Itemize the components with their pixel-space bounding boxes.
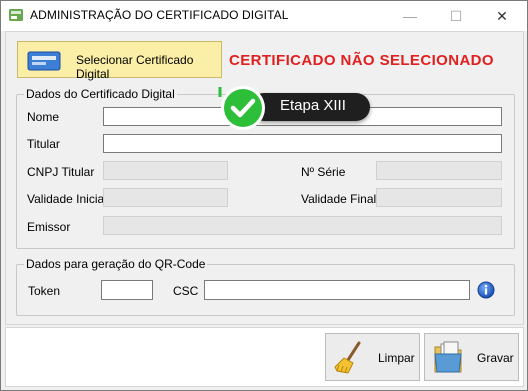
qrcode-group-title: Dados para geração do QR-Code [24, 257, 208, 271]
certificate-group-title: Dados do Certificado Digital [24, 87, 177, 101]
broom-icon [334, 341, 361, 374]
emissor-field [103, 216, 502, 235]
token-field[interactable] [101, 280, 153, 300]
titular-label: Titular [27, 137, 60, 151]
minimize-icon: — [403, 8, 417, 24]
validade-final-field [376, 188, 502, 207]
save-button[interactable]: Gravar [424, 333, 519, 381]
close-button[interactable]: ✕ [479, 1, 525, 31]
csc-label: CSC [173, 284, 199, 298]
window-title: ADMINISTRAÇÃO DO CERTIFICADO DIGITAL [30, 8, 289, 22]
maximize-button[interactable]: ☐ [433, 1, 479, 31]
close-icon: ✕ [496, 7, 508, 24]
emissor-label: Emissor [27, 220, 71, 234]
step-badge: Etapa XIII [214, 83, 374, 133]
csc-field[interactable] [204, 280, 470, 300]
cnpj-titular-label: CNPJ Titular [27, 165, 95, 179]
save-button-label: Gravar [477, 351, 514, 365]
validade-inicial-field [103, 188, 228, 207]
step-badge-label: Etapa XIII [280, 97, 346, 114]
title-bar: ADMINISTRAÇÃO DO CERTIFICADO DIGITAL — ☐… [1, 1, 527, 31]
validade-inicial-label: Validade Inicial [27, 192, 107, 206]
minimize-button[interactable]: — [387, 1, 433, 31]
clear-button[interactable]: Limpar [325, 333, 420, 381]
maximize-icon: ☐ [449, 7, 463, 24]
checkmark-icon [218, 86, 265, 130]
select-certificate-label: Selecionar Certificado Digital [76, 53, 194, 81]
numero-serie-field [376, 161, 502, 180]
card-icon [27, 51, 61, 71]
titular-field[interactable] [103, 134, 502, 153]
app-icon [9, 9, 23, 21]
select-certificate-button[interactable]: Selecionar Certificado Digital [17, 41, 222, 81]
cnpj-titular-field [103, 161, 228, 180]
nome-label: Nome [27, 110, 60, 124]
info-icon[interactable] [477, 281, 495, 299]
token-label: Token [28, 284, 61, 298]
clear-button-label: Limpar [378, 351, 415, 365]
numero-serie-label: Nº Série [301, 165, 346, 179]
certificate-status-text: CERTIFICADO NÃO SELECIONADO [229, 52, 494, 69]
validade-final-label: Validade Final [301, 192, 377, 206]
save-folder-icon [434, 341, 462, 373]
